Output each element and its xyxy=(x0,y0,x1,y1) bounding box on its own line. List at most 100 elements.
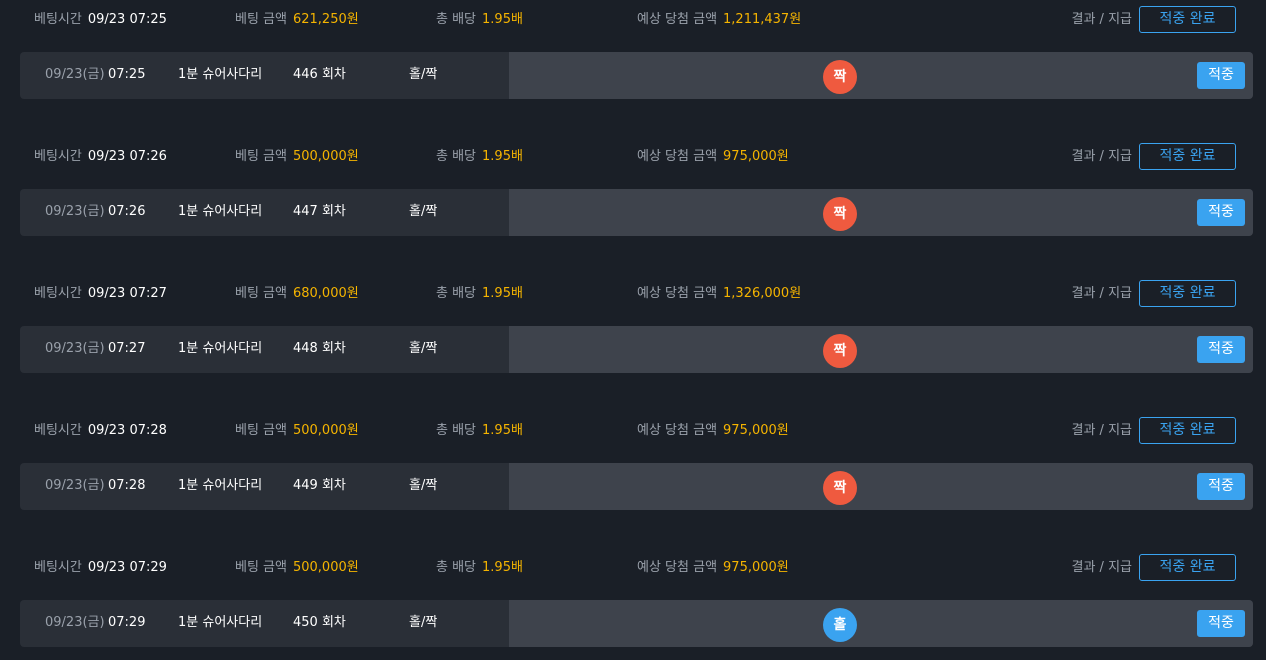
bet-time: 베팅시간 09/23 07:26 xyxy=(34,137,167,177)
round-number: 447 회차 xyxy=(293,204,346,219)
hit-complete-button[interactable]: 적중 완료 xyxy=(1139,6,1236,33)
game-name: 1분 슈어사다리 xyxy=(178,67,263,82)
bet-detail-row: 09/23(금) 07:26 1분 슈어사다리 447 회차 홀/짝 짝 적중 xyxy=(20,189,1253,236)
total-odds-value: 1.95배 xyxy=(482,560,523,575)
hit-badge[interactable]: 적중 xyxy=(1197,336,1245,363)
expected-win-label: 예상 당첨 금액 xyxy=(637,12,718,27)
bet-amount: 베팅 금액 500,000원 xyxy=(235,137,359,177)
bet-time-label: 베팅시간 xyxy=(34,12,82,27)
total-odds-label: 총 배당 xyxy=(436,423,477,438)
bet-block: 베팅시간 09/23 07:29 베팅 금액 500,000원 총 배당 1.95배 … xyxy=(0,548,1266,647)
row-date: 09/23(금) xyxy=(45,615,105,630)
hit-complete-button[interactable]: 적중 완료 xyxy=(1139,280,1236,307)
pick-type: 홀/짝 xyxy=(409,341,438,356)
bet-amount-value: 680,000원 xyxy=(292,286,359,301)
result-payout-label: 결과 / 지급 xyxy=(1071,560,1133,575)
bet-time-value: 09/23 07:27 xyxy=(87,286,167,301)
game-name: 1분 슈어사다리 xyxy=(178,615,263,630)
bet-block: 베팅시간 09/23 07:26 베팅 금액 500,000원 총 배당 1.95배 … xyxy=(0,137,1266,236)
bet-amount-label: 베팅 금액 xyxy=(235,12,287,27)
bet-amount-value: 500,000원 xyxy=(292,560,359,575)
bet-amount-value: 500,000원 xyxy=(292,149,359,164)
bet-block: 베팅시간 09/23 07:28 베팅 금액 500,000원 총 배당 1.95배 … xyxy=(0,411,1266,510)
result-ball: 짝 xyxy=(823,197,857,231)
bet-time-value: 09/23 07:26 xyxy=(87,149,167,164)
pick-type: 홀/짝 xyxy=(409,478,438,493)
bet-amount-label: 베팅 금액 xyxy=(235,149,287,164)
row-time: 07:29 xyxy=(108,615,146,630)
expected-win-value: 975,000원 xyxy=(723,560,789,575)
expected-win-label: 예상 당첨 금액 xyxy=(637,286,718,301)
expected-win: 예상 당첨 금액 1,211,437원 xyxy=(637,0,801,40)
pick-type: 홀/짝 xyxy=(409,204,438,219)
total-odds: 총 배당 1.95배 xyxy=(436,411,523,451)
bet-summary: 베팅시간 09/23 07:29 베팅 금액 500,000원 총 배당 1.95배 … xyxy=(0,548,1266,588)
bet-amount-label: 베팅 금액 xyxy=(235,286,287,301)
total-odds: 총 배당 1.95배 xyxy=(436,274,523,314)
expected-win: 예상 당첨 금액 975,000원 xyxy=(637,411,789,451)
bet-amount: 베팅 금액 680,000원 xyxy=(235,274,359,314)
expected-win: 예상 당첨 금액 975,000원 xyxy=(637,137,789,177)
row-date: 09/23(금) xyxy=(45,341,105,356)
bet-time-value: 09/23 07:28 xyxy=(87,423,167,438)
game-name: 1분 슈어사다리 xyxy=(178,341,263,356)
total-odds-value: 1.95배 xyxy=(482,149,523,164)
total-odds-label: 총 배당 xyxy=(436,560,477,575)
bet-time-label: 베팅시간 xyxy=(34,286,82,301)
row-time: 07:25 xyxy=(108,67,146,82)
bet-amount-label: 베팅 금액 xyxy=(235,560,287,575)
hit-complete-button[interactable]: 적중 완료 xyxy=(1139,417,1236,444)
game-name: 1분 슈어사다리 xyxy=(178,204,263,219)
bet-amount: 베팅 금액 500,000원 xyxy=(235,548,359,588)
bet-amount-value: 500,000원 xyxy=(292,423,359,438)
result-pane xyxy=(509,600,1253,647)
result-payout-label: 결과 / 지급 xyxy=(1071,149,1133,164)
pick-type: 홀/짝 xyxy=(409,67,438,82)
bet-amount-value: 621,250원 xyxy=(292,12,359,27)
hit-complete-button[interactable]: 적중 완료 xyxy=(1139,554,1236,581)
game-name: 1분 슈어사다리 xyxy=(178,478,263,493)
expected-win: 예상 당첨 금액 1,326,000원 xyxy=(637,274,801,314)
round-number: 450 회차 xyxy=(293,615,346,630)
result-ball: 짝 xyxy=(823,334,857,368)
result-payout-label: 결과 / 지급 xyxy=(1071,12,1133,27)
bet-time: 베팅시간 09/23 07:25 xyxy=(34,0,167,40)
expected-win-value: 975,000원 xyxy=(723,149,789,164)
bet-block: 베팅시간 09/23 07:27 베팅 금액 680,000원 총 배당 1.95배 … xyxy=(0,274,1266,373)
hit-badge[interactable]: 적중 xyxy=(1197,199,1245,226)
expected-win: 예상 당첨 금액 975,000원 xyxy=(637,548,789,588)
bet-block: 베팅시간 09/23 07:25 베팅 금액 621,250원 총 배당 1.95배 … xyxy=(0,0,1266,99)
row-date: 09/23(금) xyxy=(45,478,105,493)
bet-detail-row: 09/23(금) 07:25 1분 슈어사다리 446 회차 홀/짝 짝 적중 xyxy=(20,52,1253,99)
result-ball: 짝 xyxy=(823,471,857,505)
result-pane xyxy=(509,326,1253,373)
bet-time-label: 베팅시간 xyxy=(34,560,82,575)
expected-win-value: 975,000원 xyxy=(723,423,789,438)
bet-time: 베팅시간 09/23 07:27 xyxy=(34,274,167,314)
result-pane xyxy=(509,189,1253,236)
total-odds: 총 배당 1.95배 xyxy=(436,137,523,177)
round-number: 449 회차 xyxy=(293,478,346,493)
bet-detail-row: 09/23(금) 07:27 1분 슈어사다리 448 회차 홀/짝 짝 적중 xyxy=(20,326,1253,373)
hit-badge[interactable]: 적중 xyxy=(1197,610,1245,637)
round-number: 448 회차 xyxy=(293,341,346,356)
bet-summary: 베팅시간 09/23 07:26 베팅 금액 500,000원 총 배당 1.95배 … xyxy=(0,137,1266,177)
result-payout-label: 결과 / 지급 xyxy=(1071,286,1133,301)
hit-badge[interactable]: 적중 xyxy=(1197,473,1245,500)
bet-detail-row: 09/23(금) 07:29 1분 슈어사다리 450 회차 홀/짝 홀 적중 xyxy=(20,600,1253,647)
row-time: 07:26 xyxy=(108,204,146,219)
total-odds-value: 1.95배 xyxy=(482,423,523,438)
bet-time-label: 베팅시간 xyxy=(34,149,82,164)
hit-complete-button[interactable]: 적중 완료 xyxy=(1139,143,1236,170)
total-odds-value: 1.95배 xyxy=(482,286,523,301)
total-odds: 총 배당 1.95배 xyxy=(436,548,523,588)
expected-win-label: 예상 당첨 금액 xyxy=(637,423,718,438)
total-odds-value: 1.95배 xyxy=(482,12,523,27)
result-pane xyxy=(509,463,1253,510)
hit-badge[interactable]: 적중 xyxy=(1197,62,1245,89)
bet-amount: 베팅 금액 621,250원 xyxy=(235,0,359,40)
expected-win-label: 예상 당첨 금액 xyxy=(637,149,718,164)
row-time: 07:28 xyxy=(108,478,146,493)
total-odds-label: 총 배당 xyxy=(436,12,477,27)
result-pane xyxy=(509,52,1253,99)
